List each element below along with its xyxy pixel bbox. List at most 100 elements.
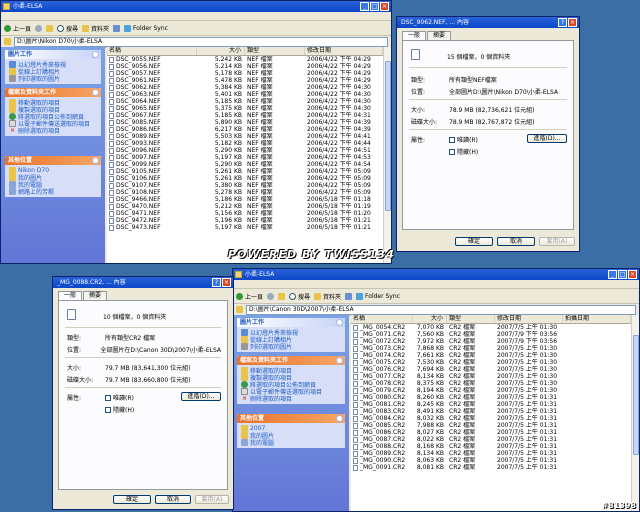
column-size[interactable]: 大小 <box>413 315 447 323</box>
dialog-title-bar[interactable]: DSC_9062.NEF, ... 內容 ? × <box>397 17 579 28</box>
tab-summary[interactable]: 摘要 <box>83 291 108 300</box>
table-row[interactable]: DSC_9472.NEF 5,196 KB NEF 檔案 2006/5/18 下午 0… <box>107 217 383 224</box>
table-row[interactable]: _MG_0084.CR2 8,032 KB CR2 檔案 2007/7/5 上午 01… <box>351 415 631 422</box>
column-date[interactable]: 修改日期 <box>305 47 383 55</box>
table-row[interactable]: _MG_0078.CR2 8,375 KB CR2 檔案 2007/7/5 上午 01… <box>351 380 631 387</box>
table-row[interactable]: DSC_9097.NEF 5,197 KB NEF 檔案 2006/4/22 下午 0… <box>107 154 383 161</box>
hidden-checkbox[interactable]: 隱藏(H) <box>449 147 478 156</box>
minimize-icon[interactable]: _ <box>608 270 617 279</box>
column-date[interactable]: 修改日期 <box>495 315 563 323</box>
table-row[interactable]: _MG_0086.CR2 8,027 KB CR2 檔案 2007/7/5 上午 01… <box>351 429 631 436</box>
file-tasks-header[interactable]: 檔案及資料夾工作 <box>237 356 345 365</box>
collapse-chevron-icon[interactable] <box>92 89 99 96</box>
close-icon[interactable]: × <box>628 270 637 279</box>
table-row[interactable]: DSC_9062.NEF 5,384 KB NEF 檔案 2006/4/22 下午 0… <box>107 84 383 91</box>
table-row[interactable]: DSC_9473.NEF 5,197 KB NEF 檔案 2006/5/18 下午 0… <box>107 224 383 231</box>
table-row[interactable]: _MG_0087.CR2 8,022 KB CR2 檔案 2007/7/5 上午 01… <box>351 436 631 443</box>
table-row[interactable]: DSC_9099.NEF 5,290 KB NEF 檔案 2006/4/22 下午 0… <box>107 161 383 168</box>
table-row[interactable]: _MG_0089.CR2 8,134 KB CR2 檔案 2007/7/5 上午 01… <box>351 450 631 457</box>
table-row[interactable]: _MG_0088.CR2 8,168 KB CR2 檔案 2007/7/5 上午 01… <box>351 443 631 450</box>
readonly-checkbox[interactable]: 唯讀(R) <box>105 393 134 402</box>
other-places-header[interactable]: 其他位置 <box>5 156 101 165</box>
table-row[interactable]: DSC_9063.NEF 5,401 KB NEF 檔案 2006/4/22 下午 0… <box>107 91 383 98</box>
table-row[interactable]: _MG_0077.CR2 8,134 KB CR2 檔案 2007/7/5 上午 01… <box>351 373 631 380</box>
vertical-scrollbar[interactable] <box>631 315 639 511</box>
table-row[interactable]: _MG_0076.CR2 7,694 KB CR2 檔案 2007/7/5 上午 01… <box>351 366 631 373</box>
table-row[interactable]: DSC_9086.NEF 6,217 KB NEF 檔案 2006/4/22 下午 0… <box>107 126 383 133</box>
scroll-thumb[interactable] <box>385 61 391 211</box>
image-tasks-header[interactable]: 圖片工作 <box>5 50 101 59</box>
column-taken[interactable]: 拍攝日期 <box>563 315 631 323</box>
readonly-checkbox[interactable]: 唯讀(R) <box>449 135 478 144</box>
advanced-button[interactable]: 進階(D)... <box>181 392 221 401</box>
column-type[interactable]: 類型 <box>245 47 305 55</box>
table-row[interactable]: DSC_9067.NEF 5,185 KB NEF 檔案 2006/4/22 下午 0… <box>107 112 383 119</box>
views-icon[interactable] <box>345 292 353 300</box>
table-row[interactable]: DSC_9107.NEF 5,380 KB NEF 檔案 2006/4/22 下午 0… <box>107 182 383 189</box>
table-row[interactable]: DSC_9064.NEF 5,185 KB NEF 檔案 2006/4/22 下午 0… <box>107 98 383 105</box>
folders-button[interactable]: 資料夾 <box>82 24 109 33</box>
title-bar[interactable]: 小柔-ELSA _ □ × <box>1 1 391 12</box>
search-button[interactable]: 搜尋 <box>289 292 310 301</box>
folder-sync-button[interactable]: Folder Sync <box>124 24 168 32</box>
image-tasks-header[interactable]: 圖片工作 <box>237 318 345 327</box>
close-icon[interactable]: × <box>568 18 577 27</box>
table-row[interactable]: DSC_9470.NEF 5,212 KB NEF 檔案 2006/5/18 下午 0… <box>107 203 383 210</box>
cancel-button[interactable]: 取消 <box>497 237 535 246</box>
scroll-thumb[interactable] <box>633 335 639 455</box>
close-icon[interactable]: × <box>222 278 231 287</box>
task-print[interactable]: 列印選取的圖片 <box>237 343 345 351</box>
folder-sync-button[interactable]: Folder Sync <box>356 292 400 300</box>
maximize-icon[interactable]: □ <box>370 2 379 11</box>
table-row[interactable]: _MG_0073.CR2 7,868 KB CR2 檔案 2007/7/5 上午 01… <box>351 345 631 352</box>
column-name[interactable]: 名稱 <box>107 47 197 55</box>
help-icon[interactable]: ? <box>558 18 567 27</box>
apply-button[interactable]: 套用(A) <box>539 237 575 246</box>
table-row[interactable]: _MG_0081.CR2 8,245 KB CR2 檔案 2007/7/5 上午 01… <box>351 401 631 408</box>
search-button[interactable]: 搜尋 <box>57 24 78 33</box>
table-row[interactable]: DSC_9105.NEF 5,261 KB NEF 檔案 2006/4/22 下午 0… <box>107 168 383 175</box>
collapse-chevron-icon[interactable] <box>336 319 343 326</box>
vertical-scrollbar[interactable] <box>383 47 391 263</box>
collapse-chevron-icon[interactable] <box>92 157 99 164</box>
forward-arrow-icon[interactable] <box>35 24 43 32</box>
address-input[interactable]: D:\圖片\Canon 30D\2007\小柔-ELSA <box>246 304 636 315</box>
table-row[interactable]: DSC_9471.NEF 5,156 KB NEF 檔案 2006/5/18 下午 0… <box>107 210 383 217</box>
advanced-button[interactable]: 進階(D)... <box>527 134 567 143</box>
table-row[interactable]: _MG_0072.CR2 7,972 KB CR2 檔案 2007/7/9 下午 03… <box>351 338 631 345</box>
table-row[interactable]: DSC_9061.NEF 5,478 KB NEF 檔案 2006/4/22 下午 0… <box>107 77 383 84</box>
back-button[interactable]: 上一頁 <box>4 24 31 33</box>
up-folder-icon[interactable] <box>46 24 54 32</box>
collapse-chevron-icon[interactable] <box>336 415 343 422</box>
table-row[interactable]: _MG_0075.CR2 7,530 KB CR2 檔案 2007/7/5 上午 01… <box>351 359 631 366</box>
close-icon[interactable]: × <box>380 2 389 11</box>
maximize-icon[interactable]: □ <box>618 270 627 279</box>
up-folder-icon[interactable] <box>278 292 286 300</box>
title-bar[interactable]: 小柔-ELSA _ □ × <box>233 269 639 280</box>
collapse-chevron-icon[interactable] <box>92 51 99 58</box>
dialog-title-bar[interactable]: _MG_0088.CR2, ... 內容 ? × <box>53 277 233 288</box>
table-row[interactable]: DSC_9065.NEF 5,375 KB NEF 檔案 2006/4/22 下午 0… <box>107 105 383 112</box>
apply-button[interactable]: 套用(A) <box>195 495 229 504</box>
hidden-checkbox[interactable]: 隱藏(H) <box>105 405 134 414</box>
table-row[interactable]: _MG_0079.CR2 8,194 KB CR2 檔案 2007/7/5 上午 01… <box>351 387 631 394</box>
ok-button[interactable]: 確定 <box>455 237 493 246</box>
table-row[interactable]: DSC_9093.NEF 5,182 KB NEF 檔案 2006/4/22 下午 0… <box>107 140 383 147</box>
table-row[interactable]: DSC_9085.NEF 5,890 KB NEF 檔案 2006/4/22 下午 0… <box>107 119 383 126</box>
minimize-icon[interactable]: _ <box>360 2 369 11</box>
column-name[interactable]: 名稱 <box>351 315 413 323</box>
ok-button[interactable]: 確定 <box>113 495 151 504</box>
forward-arrow-icon[interactable] <box>267 292 275 300</box>
views-icon[interactable] <box>113 24 121 32</box>
table-row[interactable]: DSC_9108.NEF 5,278 KB NEF 檔案 2006/4/22 下午 0… <box>107 189 383 196</box>
task-delete[interactable]: × 刪除選取的項目 <box>5 127 101 135</box>
table-row[interactable]: _MG_0091.CR2 8,081 KB CR2 檔案 2007/7/5 上午 01… <box>351 464 631 471</box>
table-row[interactable]: DSC_9057.NEF 5,178 KB NEF 檔案 2006/4/22 下午 0… <box>107 70 383 77</box>
back-button[interactable]: 上一頁 <box>236 292 263 301</box>
task-delete[interactable]: × 刪除選取的項目 <box>237 395 345 403</box>
table-row[interactable]: _MG_0071.CR2 7,560 KB CR2 檔案 2007/7/9 下午 03… <box>351 331 631 338</box>
table-row[interactable]: _MG_0085.CR2 7,988 KB CR2 檔案 2007/7/5 上午 01… <box>351 422 631 429</box>
tab-summary[interactable]: 摘要 <box>427 31 452 40</box>
table-row[interactable]: DSC_9089.NEF 5,503 KB NEF 檔案 2006/4/22 下午 0… <box>107 133 383 140</box>
table-row[interactable]: DSC_9056.NEF 5,214 KB NEF 檔案 2006/4/22 下午 0… <box>107 63 383 70</box>
